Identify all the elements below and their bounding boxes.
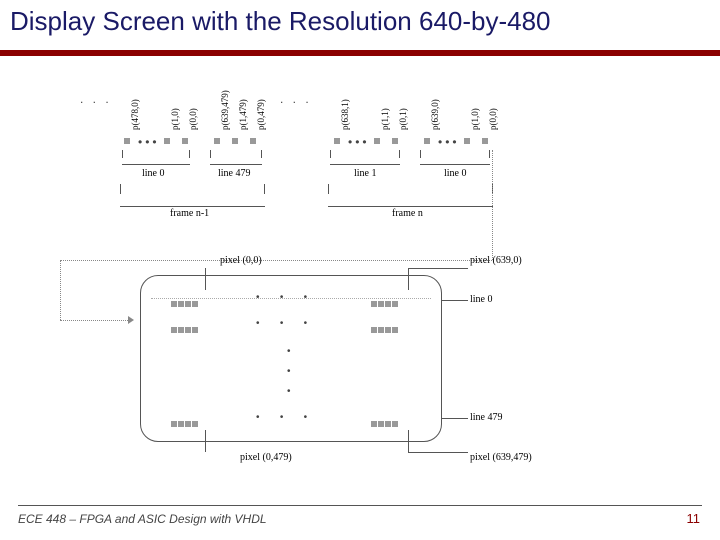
leader-line (408, 268, 409, 290)
pixel-label: p(1,1) (380, 108, 390, 130)
pixel-sq (182, 138, 188, 144)
pixel-sq (464, 138, 470, 144)
pixel-row (371, 320, 399, 338)
leader-line (205, 268, 206, 290)
pixel-label: p(639,479) (220, 90, 230, 130)
callout-line-bottom: line 479 (470, 412, 503, 423)
dots: • • • (256, 318, 310, 329)
frame-brace-left (120, 184, 265, 207)
pixel-label: p(1,479) (238, 99, 248, 130)
callout-line-top: line 0 (470, 294, 493, 305)
pixel-row-bottom (371, 414, 399, 432)
pixel-label: p(638,1) (340, 99, 350, 130)
pixel-sq (164, 138, 170, 144)
dotted-path (60, 260, 492, 261)
arrow-icon (128, 316, 134, 324)
pixel-label: p(639,0) (430, 99, 440, 130)
brace (420, 150, 490, 165)
pixel-label: p(1,0) (470, 108, 480, 130)
pixel-row (171, 320, 199, 338)
leader-line (408, 452, 468, 453)
line-label: line 479 (218, 168, 251, 179)
title-underline (0, 50, 720, 56)
callout-pixel-bl: pixel (0,479) (240, 452, 292, 463)
pixel-sq (374, 138, 380, 144)
display-screen: • • • • • • • • • • • • (140, 275, 442, 442)
brace (122, 150, 190, 165)
pixel-sq (482, 138, 488, 144)
slide-title: Display Screen with the Resolution 640-b… (10, 6, 551, 37)
pixel-label: p(1,0) (170, 108, 180, 130)
footer-rule (18, 505, 702, 506)
line-label: line 0 (444, 168, 467, 179)
dots-vert: • (287, 386, 294, 397)
leader-line (205, 430, 206, 452)
pixel-label: p(0,0) (488, 108, 498, 130)
leader-line (442, 300, 468, 301)
pixel-sq (250, 138, 256, 144)
pixel-label: p(478,0) (130, 99, 140, 130)
dots-vert: • (287, 346, 294, 357)
dotted-path (60, 320, 130, 321)
brace (330, 150, 400, 165)
dots: ••• (138, 135, 160, 149)
pixel-label: p(0,0) (188, 108, 198, 130)
callout-pixel-tr: pixel (639,0) (470, 255, 522, 266)
pixel-timing-diagram: . . . p(478,0) ••• p(1,0) p(0,0) line 0 … (110, 80, 630, 480)
dots-left: . . . (80, 92, 112, 106)
pixel-row-bottom (171, 414, 199, 432)
pixel-row-top (171, 294, 199, 312)
dotted-path (60, 260, 61, 320)
pixel-label: p(0,479) (256, 99, 266, 130)
pixel-sq (124, 138, 130, 144)
pixel-sq (232, 138, 238, 144)
line-label: line 1 (354, 168, 377, 179)
callout-pixel-br: pixel (639,479) (470, 452, 532, 463)
line-label: line 0 (142, 168, 165, 179)
frame-brace-right (328, 184, 493, 207)
page-number: 11 (687, 511, 701, 526)
dots: • • • (256, 412, 310, 423)
brace (210, 150, 262, 165)
dots: • • • (256, 292, 310, 303)
pixel-label: p(0,1) (398, 108, 408, 130)
dots: ••• (438, 135, 460, 149)
dots: ••• (348, 135, 370, 149)
frame-label-left: frame n-1 (170, 208, 209, 219)
dotted-path (492, 150, 493, 260)
footer-text: ECE 448 – FPGA and ASIC Design with VHDL (18, 512, 267, 526)
leader-line (408, 430, 409, 452)
callout-pixel-tl: pixel (0,0) (220, 255, 262, 266)
dots-mid: . . . (280, 92, 312, 106)
leader-line (408, 268, 468, 269)
pixel-row-top (371, 294, 399, 312)
pixel-sq (392, 138, 398, 144)
leader-line (442, 418, 468, 419)
frame-label-right: frame n (392, 208, 423, 219)
pixel-sq (334, 138, 340, 144)
pixel-sq (424, 138, 430, 144)
pixel-sq (214, 138, 220, 144)
dots-vert: • (287, 366, 294, 377)
